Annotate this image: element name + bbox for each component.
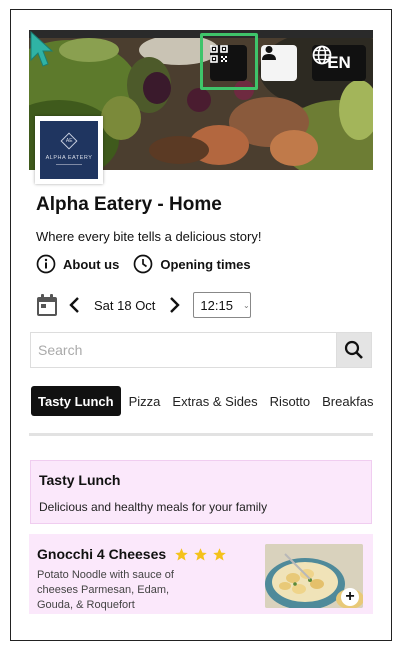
menu-item-description: Potato Noodle with sauce of cheeses Parm…	[37, 569, 174, 611]
tab-extras-sides[interactable]: Extras & Sides	[166, 386, 263, 416]
chevron-down-icon: ⌄	[242, 300, 250, 310]
rating-stars	[174, 547, 227, 562]
schedule-row: Sat 18 Oct 12:15 ⌄	[36, 291, 366, 319]
add-to-cart-button[interactable]: +	[341, 588, 359, 606]
chevron-right-icon[interactable]	[167, 296, 181, 314]
restaurant-logo: AE ALPHA EATERY	[35, 116, 103, 184]
category-tabs: Tasty Lunch Pizza Extras & Sides Risotto…	[31, 386, 373, 416]
app-screen: EN AE ALPHA EATERY Alpha Eatery - Home W…	[29, 30, 373, 614]
logo-emblem: AE	[60, 132, 78, 150]
tab-tasty-lunch[interactable]: Tasty Lunch	[31, 386, 121, 416]
globe-icon	[312, 45, 332, 65]
calendar-icon[interactable]	[36, 293, 58, 317]
tagline: Where every bite tells a delicious story…	[36, 229, 262, 244]
user-icon	[262, 46, 276, 60]
search-icon	[344, 340, 363, 359]
menu-item-name: Gnocchi 4 Cheeses	[37, 546, 167, 562]
time-value: 12:15	[200, 297, 233, 313]
tab-pizza[interactable]: Pizza	[123, 386, 167, 416]
clock-icon	[133, 254, 153, 274]
category-title: Tasty Lunch	[39, 472, 121, 488]
account-button[interactable]	[261, 45, 297, 81]
about-us-label: About us	[63, 256, 120, 272]
time-select[interactable]: 12:15 ⌄	[193, 292, 252, 318]
menu-item-title-row: Gnocchi 4 Cheeses	[37, 546, 227, 562]
mouse-cursor-icon	[30, 30, 54, 67]
section-divider	[29, 433, 373, 436]
star-icon	[194, 547, 207, 560]
star-icon	[175, 547, 188, 560]
category-header-card: Tasty Lunch Delicious and healthy meals …	[30, 460, 372, 524]
qr-code-icon	[210, 45, 228, 63]
star-icon	[213, 547, 226, 560]
opening-times-label: Opening times	[160, 256, 251, 272]
menu-item-image: +	[265, 544, 363, 608]
tab-risotto[interactable]: Risotto	[264, 386, 316, 416]
search-bar: Search	[30, 332, 372, 368]
tab-breakfast[interactable]: Breakfast	[316, 386, 373, 416]
page-title: Alpha Eatery - Home	[36, 194, 222, 215]
category-description: Delicious and healthy meals for your fam…	[39, 500, 268, 514]
language-button[interactable]: EN	[312, 45, 366, 81]
selected-date: Sat 18 Oct	[94, 297, 156, 313]
search-button[interactable]	[336, 332, 372, 368]
chevron-left-icon[interactable]	[68, 296, 82, 314]
info-icon	[36, 254, 56, 274]
info-links: About us Opening times	[36, 254, 251, 274]
about-us-link[interactable]: About us	[36, 254, 119, 274]
opening-times-link[interactable]: Opening times	[133, 254, 251, 274]
search-input[interactable]: Search	[30, 332, 336, 368]
qr-code-button[interactable]	[210, 45, 247, 81]
menu-item-card[interactable]: Gnocchi 4 Cheeses Potato Noodle with sau…	[29, 534, 373, 614]
logo-name: ALPHA EATERY	[45, 155, 93, 161]
